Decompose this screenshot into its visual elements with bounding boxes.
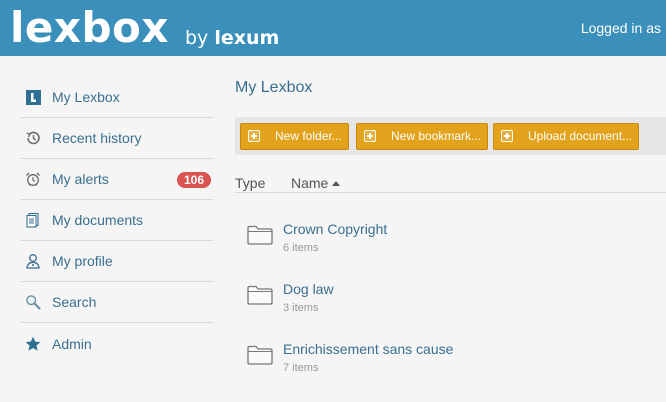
main-content: My Lexbox New folder... New bookmark... … bbox=[235, 77, 666, 374]
sidebar-nav: My Lexbox Recent history My alerts 106 M… bbox=[20, 77, 213, 364]
sidebar-item-admin[interactable]: Admin bbox=[20, 323, 213, 364]
app-header: lexbox by lexum Logged in as bbox=[0, 0, 666, 56]
sidebar-item-label: Search bbox=[52, 294, 97, 310]
toolbar: New folder... New bookmark... Upload doc… bbox=[235, 117, 666, 155]
sidebar-item-my-profile[interactable]: My profile bbox=[20, 241, 213, 282]
folder-icon bbox=[247, 225, 273, 245]
new-folder-label: New folder... bbox=[275, 129, 342, 143]
star-icon bbox=[25, 336, 41, 352]
folder-item-count: 7 items bbox=[283, 362, 319, 374]
table-header: Type Name bbox=[235, 174, 666, 193]
folder-icon bbox=[247, 285, 273, 305]
sidebar-item-recent-history[interactable]: Recent history bbox=[20, 118, 213, 159]
new-bookmark-button[interactable]: New bookmark... bbox=[356, 123, 489, 150]
plus-icon bbox=[248, 130, 260, 142]
folder-title[interactable]: Enrichissement sans cause bbox=[283, 340, 453, 358]
lexbox-l-icon bbox=[25, 89, 41, 105]
magnifier-icon bbox=[25, 294, 41, 310]
plus-icon bbox=[364, 130, 376, 142]
lexum-byline: by lexum bbox=[185, 26, 279, 50]
plus-icon bbox=[501, 130, 513, 142]
sidebar-item-label: Recent history bbox=[52, 130, 142, 146]
history-icon bbox=[25, 130, 41, 146]
sidebar-item-search[interactable]: Search bbox=[20, 282, 213, 323]
byline-brand: lexum bbox=[214, 27, 280, 49]
upload-document-button[interactable]: Upload document... bbox=[493, 123, 640, 150]
lexbox-logo[interactable]: lexbox bbox=[10, 2, 169, 54]
alarm-clock-icon bbox=[25, 171, 41, 187]
list-item[interactable]: Dog law 3 items bbox=[235, 270, 666, 330]
folder-title[interactable]: Dog law bbox=[283, 280, 334, 298]
profile-icon bbox=[25, 253, 41, 269]
sidebar-item-label: My profile bbox=[52, 253, 113, 269]
sort-ascending-icon bbox=[332, 181, 341, 186]
sidebar-item-my-alerts[interactable]: My alerts 106 bbox=[20, 159, 213, 200]
column-header-name[interactable]: Name bbox=[291, 174, 341, 192]
folder-icon bbox=[247, 345, 273, 365]
new-folder-button[interactable]: New folder... bbox=[240, 123, 349, 150]
upload-document-label: Upload document... bbox=[528, 129, 633, 143]
column-header-type[interactable]: Type bbox=[235, 174, 265, 192]
folder-item-count: 3 items bbox=[283, 302, 319, 314]
alerts-count-badge: 106 bbox=[176, 172, 211, 188]
sidebar-item-my-lexbox[interactable]: My Lexbox bbox=[20, 77, 213, 118]
column-header-name-label: Name bbox=[291, 175, 329, 191]
folder-title[interactable]: Crown Copyright bbox=[283, 220, 387, 238]
new-bookmark-label: New bookmark... bbox=[391, 129, 482, 143]
sidebar-item-my-documents[interactable]: My documents bbox=[20, 200, 213, 241]
byline-by: by bbox=[185, 27, 209, 49]
folder-item-count: 6 items bbox=[283, 242, 319, 254]
documents-icon bbox=[25, 212, 41, 228]
sidebar-item-label: My alerts bbox=[52, 171, 109, 187]
page-title: My Lexbox bbox=[235, 79, 313, 96]
logged-in-text: Logged in as bbox=[580, 20, 661, 36]
folder-list: Crown Copyright 6 items Dog law 3 items … bbox=[235, 210, 666, 390]
sidebar-item-label: Admin bbox=[52, 335, 92, 352]
list-item[interactable]: Crown Copyright 6 items bbox=[235, 210, 666, 270]
list-item[interactable]: Enrichissement sans cause 7 items bbox=[235, 330, 666, 390]
sidebar-item-label: My documents bbox=[52, 212, 144, 228]
sidebar-item-label: My Lexbox bbox=[52, 89, 120, 105]
